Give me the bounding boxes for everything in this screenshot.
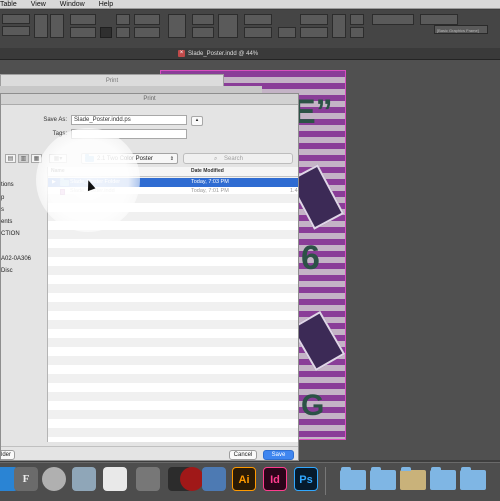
folder-icon [60,178,69,186]
sidebar-item[interactable]: A02-0A306 [1,256,31,262]
sidebar-item[interactable]: s [1,207,4,213]
document-tab-title: Slade_Poster.indd @ 44% [188,50,259,57]
menu-window[interactable]: Window [60,1,85,8]
location-popup[interactable]: 2.1 Two Color Poster ⇕ [81,153,178,164]
search-placeholder: Search [224,156,244,162]
dock: F Ai Id Ps [0,462,500,501]
new-folder-button[interactable]: lder [1,450,15,460]
photo-booth-icon[interactable] [180,467,204,491]
expand-toggle-icon[interactable]: ▴ [191,116,203,126]
control-field[interactable] [2,14,30,24]
sidebar-item[interactable]: Disc [1,268,13,274]
control-field[interactable] [116,27,130,38]
object-style-field[interactable]: [Basic Graphics Frame] [434,25,488,34]
indesign-icon[interactable]: Id [263,467,287,491]
folder-icon[interactable] [340,467,366,490]
menu-view[interactable]: View [31,1,46,8]
arrange-menu-icon[interactable]: ▦▾ [49,154,67,163]
control-field[interactable] [300,27,328,38]
illustrator-icon[interactable]: Ai [232,467,256,491]
tags-label: Tags: [52,131,67,137]
shear-icon[interactable] [50,14,64,38]
file-list: Name Date Modified ▶ Slade_Poster Folder… [47,167,298,442]
folder-icon [85,153,94,162]
folder-icon[interactable] [430,467,456,490]
cancel-button[interactable]: Cancel [229,450,257,460]
stroke-weight-field[interactable] [134,14,160,25]
align-icon[interactable] [332,14,346,38]
airplane-icon[interactable] [202,467,226,491]
document-stack-icon[interactable] [400,467,426,490]
poster-number-text: 6 [301,239,320,277]
control-field[interactable] [192,14,214,25]
column-view-icon[interactable]: ▥ [18,154,29,163]
photoshop-icon[interactable]: Ps [294,467,318,491]
dialog-title: Print [1,94,298,105]
row-size: 1.4 [290,188,298,194]
control-field[interactable] [420,14,458,25]
imovie-icon[interactable] [136,467,160,491]
sidebar: tions p s ents CTION A02-0A306 Disc [1,170,46,450]
control-field[interactable] [70,14,96,25]
control-field[interactable] [300,14,328,25]
indesign-file-icon [60,189,65,195]
sidebar-item[interactable]: tions [1,182,14,188]
search-icon: ⌕ [214,156,218,162]
document-tab[interactable]: × Slade_Poster.indd @ 44% [178,48,258,59]
save-dialog: Print Save As: Slade_Poster.indd.ps ▴ Ta… [0,93,299,461]
chevron-updown-icon: ⇕ [169,155,174,162]
menu-table[interactable]: Table [0,1,17,8]
save-as-label: Save As: [43,117,67,123]
folder-icon[interactable] [460,467,486,490]
dock-divider [325,467,326,495]
photos-icon[interactable] [103,467,127,491]
save-button[interactable]: Save [263,450,294,460]
column-date-header[interactable]: Date Modified [191,167,224,176]
fx-icon[interactable] [168,14,186,38]
list-header: Name Date Modified [48,167,298,177]
control-field[interactable] [192,27,214,38]
control-field[interactable] [2,26,30,36]
document-tab-bar: × Slade_Poster.indd @ 44% [0,48,500,60]
gallery-view-icon[interactable]: ▦ [31,154,42,163]
control-bar: [Basic Graphics Frame] [0,10,500,49]
row-date: Today, 7:03 PM [191,179,229,185]
list-view-icon[interactable]: ▤ [5,154,16,163]
wrap-icon[interactable] [218,14,238,38]
sidebar-item[interactable]: ents [1,219,12,225]
control-field[interactable] [350,27,364,38]
row-name: Slade_Poster Folder [70,179,121,185]
font-book-icon[interactable]: F [14,467,38,491]
dialog-footer: lder Cancel Save [1,446,298,460]
rotate-icon[interactable] [34,14,48,38]
location-label: 2.1 Two Color Poster [97,155,153,162]
preview-icon[interactable] [72,467,96,491]
search-field[interactable]: ⌕ Search [183,153,293,164]
control-field[interactable] [116,14,130,25]
control-field[interactable] [70,27,96,38]
fill-swatch-icon[interactable] [100,27,112,38]
sidebar-item[interactable]: p [1,195,4,201]
stroke-type-field[interactable] [134,27,160,38]
tags-field[interactable] [71,129,187,139]
menu-bar: Table View Window Help [0,0,500,9]
sidebar-item[interactable]: CTION [1,231,20,237]
control-field[interactable] [244,27,272,38]
menu-help[interactable]: Help [99,1,113,8]
rocket-icon[interactable] [42,467,66,491]
column-name-header[interactable]: Name [51,167,65,176]
save-as-field[interactable]: Slade_Poster.indd.ps [71,115,187,125]
disclosure-triangle-icon[interactable]: ▶ [52,178,56,187]
control-field[interactable] [372,14,414,25]
control-field[interactable] [350,14,364,25]
close-icon[interactable]: × [178,50,185,57]
control-field[interactable] [278,27,296,38]
control-field[interactable] [244,14,272,25]
row-date: Today, 7:01 PM [191,188,229,194]
folder-icon[interactable] [370,467,396,490]
poster-bottom-text: G [301,389,325,422]
list-row-file[interactable]: Slade_Poster.indd Today, 7:01 PM 1.4 [48,187,298,196]
